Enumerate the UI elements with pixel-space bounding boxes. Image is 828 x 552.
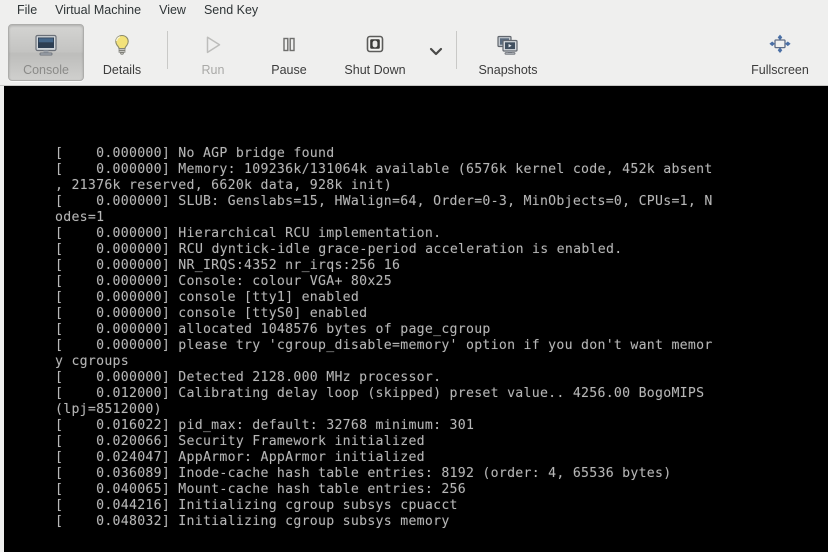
toolbar-separator-2 <box>456 31 457 69</box>
toolbar: Console Details Run Pause Shut Down Snap… <box>0 21 828 86</box>
toolbar-label-fullscreen: Fullscreen <box>751 63 809 77</box>
chevron-down-icon <box>428 44 444 62</box>
toolbar-label-console: Console <box>23 63 69 77</box>
toolbar-button-details[interactable]: Details <box>84 24 160 81</box>
power-switch-icon <box>362 32 388 58</box>
toolbar-button-shut-down[interactable]: Shut Down <box>327 24 423 81</box>
toolbar-button-pause[interactable]: Pause <box>251 24 327 81</box>
console-output-text: [ 0.000000] No AGP bridge found [ 0.0000… <box>55 146 713 530</box>
menu-bar: File Virtual Machine View Send Key <box>0 0 828 21</box>
monitor-icon <box>33 32 59 58</box>
virt-manager-window: File Virtual Machine View Send Key Conso… <box>0 0 828 552</box>
play-icon <box>200 32 226 58</box>
toolbar-button-run[interactable]: Run <box>175 24 251 81</box>
toolbar-button-snapshots[interactable]: Snapshots <box>464 24 552 81</box>
toolbar-label-details: Details <box>103 63 141 77</box>
shut-down-dropdown-button[interactable] <box>423 24 449 81</box>
toolbar-separator-1 <box>167 31 168 69</box>
menu-virtual-machine[interactable]: Virtual Machine <box>46 1 150 20</box>
fullscreen-icon <box>766 32 794 58</box>
lightbulb-icon <box>109 32 135 58</box>
snapshots-icon <box>494 32 522 58</box>
console-screen[interactable]: [ 0.000000] No AGP bridge found [ 0.0000… <box>4 86 828 552</box>
pause-icon <box>276 32 302 58</box>
toolbar-button-fullscreen[interactable]: Fullscreen <box>736 24 824 81</box>
console-viewport[interactable]: [ 0.000000] No AGP bridge found [ 0.0000… <box>0 86 828 552</box>
menu-view[interactable]: View <box>150 1 195 20</box>
toolbar-label-run: Run <box>202 63 225 77</box>
toolbar-label-pause: Pause <box>271 63 306 77</box>
toolbar-label-snapshots: Snapshots <box>478 63 537 77</box>
toolbar-label-shut-down: Shut Down <box>344 63 405 77</box>
menu-file[interactable]: File <box>8 1 46 20</box>
toolbar-button-console[interactable]: Console <box>8 24 84 81</box>
menu-send-key[interactable]: Send Key <box>195 1 267 20</box>
